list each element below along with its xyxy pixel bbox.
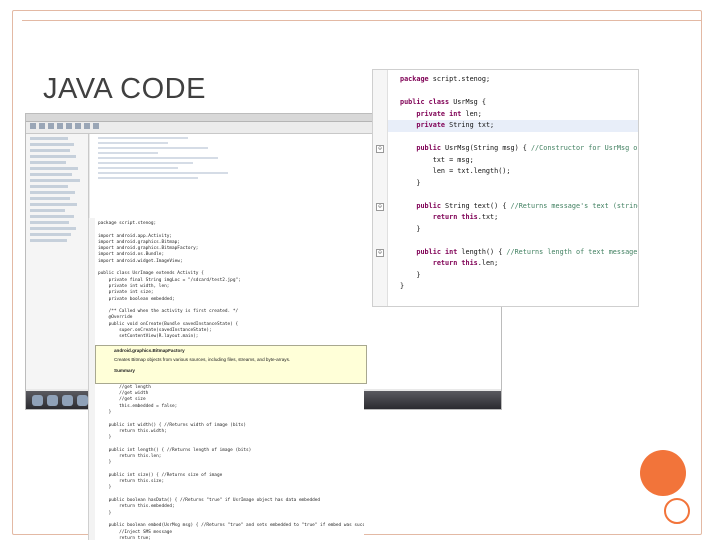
package-explorer (26, 134, 89, 389)
code-line: txt = msg; (400, 155, 474, 167)
code-token: private (416, 121, 446, 129)
code-token: length() { (457, 247, 507, 256)
code-line: private int len; (400, 109, 482, 121)
code-token: } (400, 178, 421, 187)
code-token: return this (432, 259, 478, 267)
toolbar-icon (30, 123, 36, 129)
toolbar-icon (84, 123, 90, 129)
code-token: package (400, 75, 429, 83)
code-token: .txt; (477, 213, 499, 221)
code-token: //Returns length of text message (506, 247, 638, 256)
javadoc-tooltip: android.graphics.BitmapFactory Creates B… (95, 345, 367, 384)
code-token: public (416, 144, 441, 152)
code-token: len; (461, 109, 482, 118)
toolbar-icon (48, 123, 54, 129)
toolbar-icon (57, 123, 63, 129)
code-token: public (416, 201, 441, 210)
fold-toggle-icon[interactable]: ⊖ (376, 145, 384, 153)
code-gutter (373, 70, 388, 306)
code-token: } (400, 270, 421, 279)
code-token: } (400, 282, 405, 290)
code-line: return this.len; (400, 258, 498, 270)
tooltip-title: android.graphics.BitmapFactory (114, 348, 185, 353)
fold-toggle-icon[interactable]: ⊖ (376, 202, 384, 211)
code-line: } (400, 270, 420, 282)
code-token: len = txt.length(); (400, 167, 511, 175)
code-line: private String txt; (388, 120, 638, 132)
tooltip-summary: Summary (114, 368, 135, 373)
slide-frame-top-line (22, 20, 702, 22)
code-line: public int length() { //Returns length o… (400, 247, 637, 259)
dock-app-icon (77, 394, 88, 406)
code-token: .len; (477, 259, 499, 267)
toolbar-icon (39, 123, 45, 129)
code-token: UsrMsg { (449, 98, 486, 106)
dock-app-icon (32, 394, 43, 406)
code-token: //Constructor for UsrMsg object (530, 144, 638, 152)
code-line: } (400, 178, 420, 190)
usrmsg-code-panel: package script.stenog; public class UsrMs… (372, 69, 639, 307)
code-token: script.stenog; (428, 75, 491, 83)
code-token: return this (432, 213, 478, 221)
code-line: } (400, 224, 420, 236)
code-token: String text() { (440, 201, 511, 210)
tooltip-description: Creates Bitmap objects from various sour… (114, 357, 291, 362)
code-line: len = txt.length(); (400, 166, 511, 178)
code-line: public UsrMsg(String msg) { //Constructo… (400, 143, 638, 155)
code-token: public int (416, 247, 458, 256)
code-line: return this.txt; (400, 212, 498, 224)
decorative-orange-circle (640, 450, 686, 496)
code-token: } (400, 224, 421, 233)
code-token: String txt; (445, 121, 495, 129)
code-line: package script.stenog; (400, 74, 490, 86)
code-line: public String text() { //Returns message… (400, 201, 639, 213)
toolbar-icon (75, 123, 81, 129)
code-line: } (400, 281, 404, 293)
fold-toggle-icon[interactable]: ⊖ (376, 248, 384, 257)
toolbar-icon (93, 123, 99, 129)
code-token: public class (400, 98, 450, 106)
code-line: public class UsrMsg { (400, 97, 486, 109)
slide-title: JAVA CODE (43, 73, 206, 105)
code-token: txt = msg; (400, 155, 474, 164)
code-token: //Returns message's text (string) (510, 201, 639, 210)
toolbar-icon (66, 123, 72, 129)
decorative-orange-ring (664, 498, 690, 524)
code-token: UsrMsg(String msg) { (440, 144, 531, 152)
dock-app-icon (47, 394, 58, 406)
code-token: private int (416, 109, 462, 118)
dock-app-icon (62, 394, 73, 406)
